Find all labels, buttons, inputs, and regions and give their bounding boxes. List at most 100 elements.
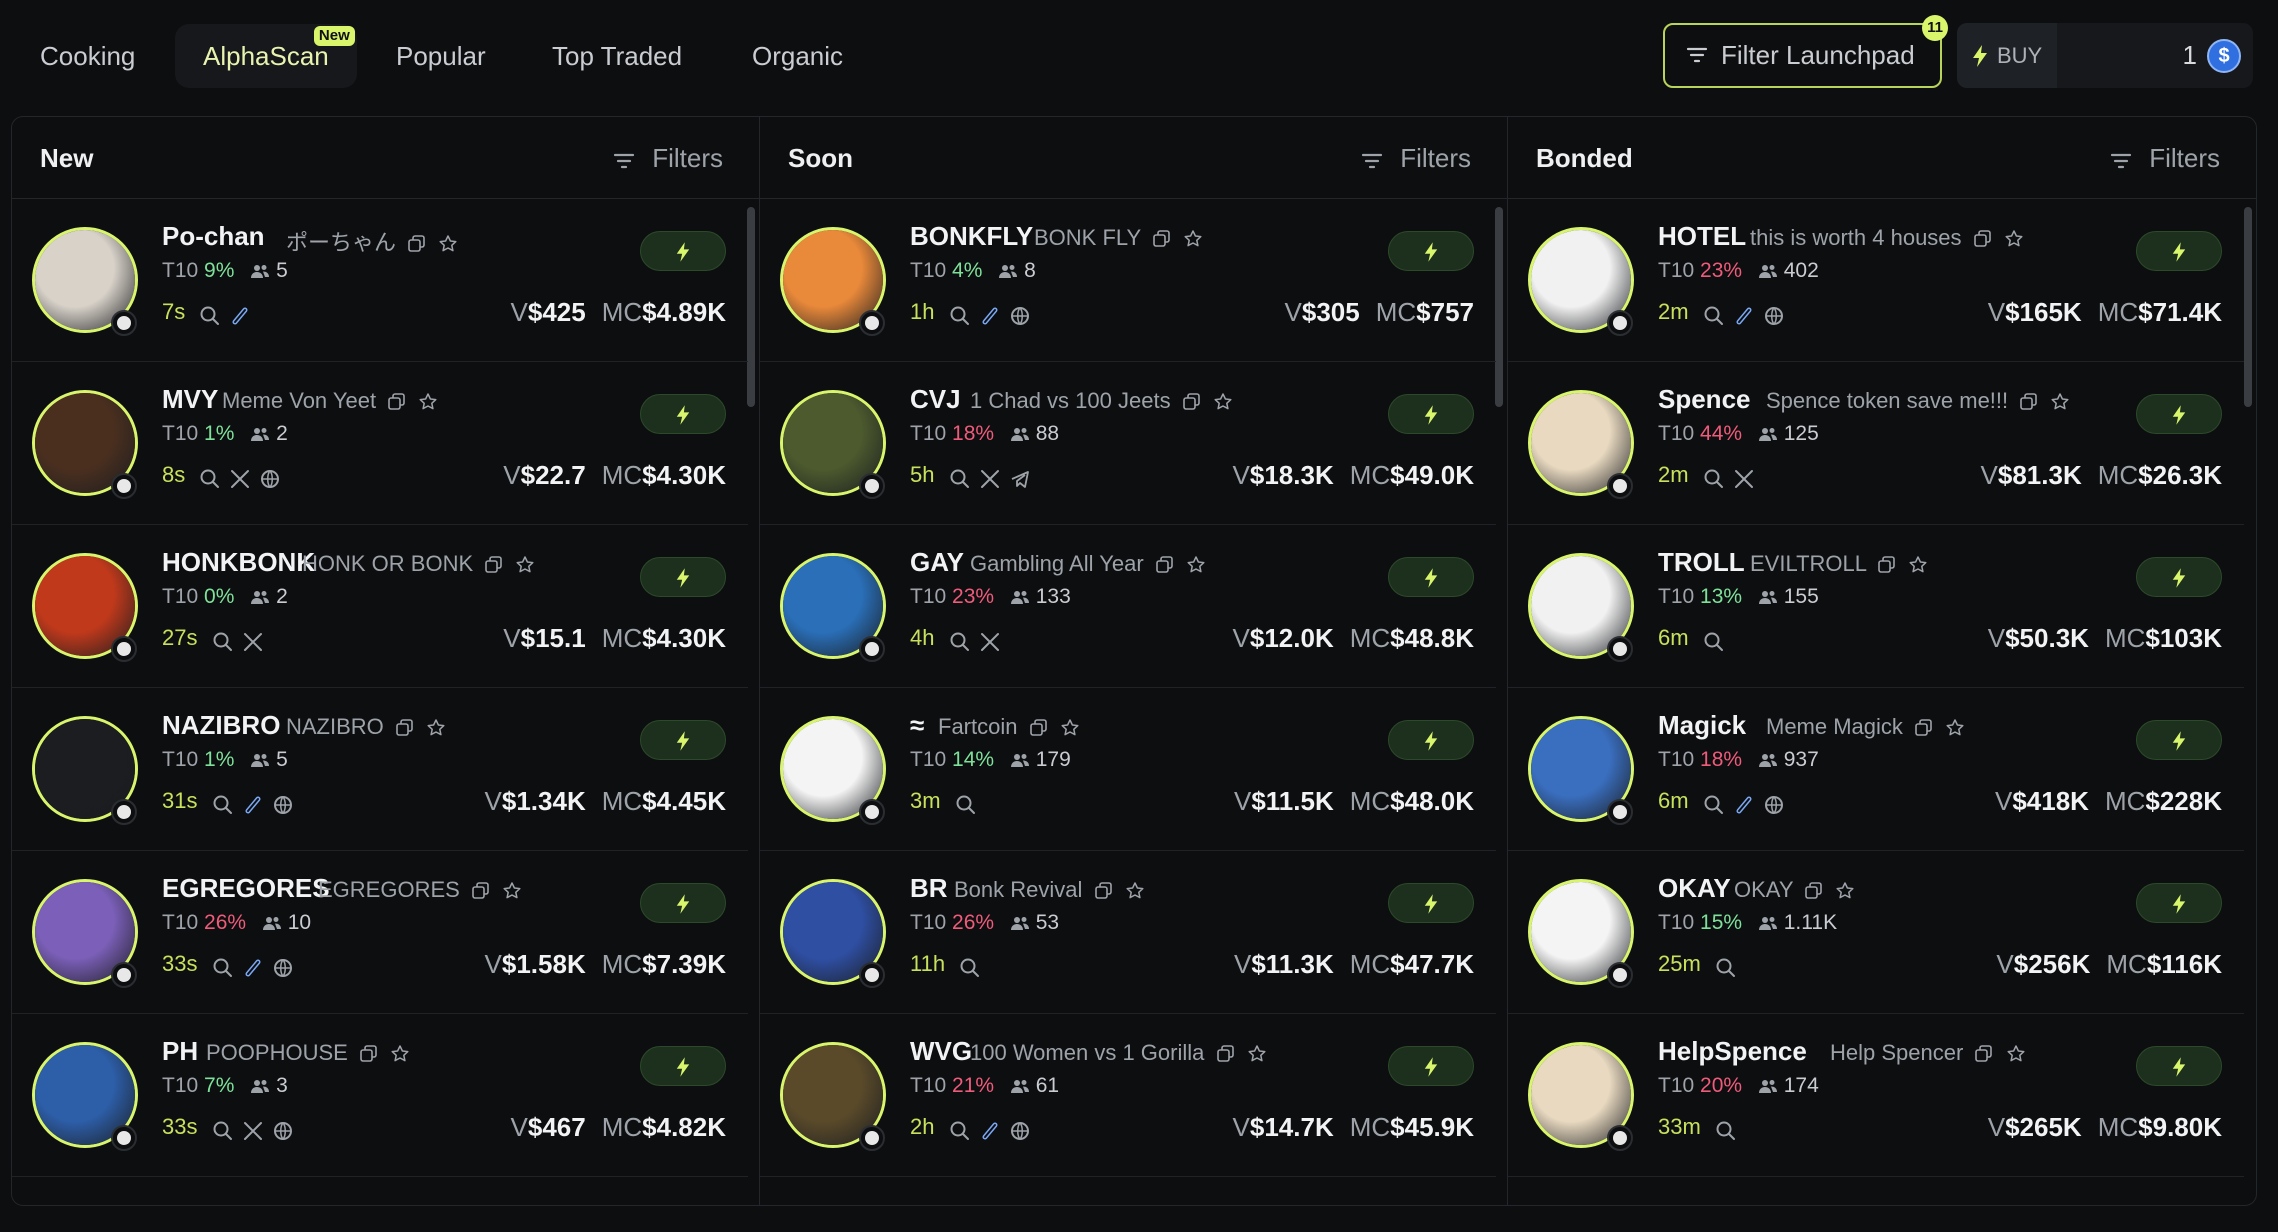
search-icon[interactable]	[212, 1120, 234, 1142]
quick-buy-button[interactable]	[640, 1046, 726, 1086]
globe-icon[interactable]	[1763, 305, 1785, 327]
pump-pill-icon[interactable]	[242, 957, 264, 979]
copy-icon[interactable]	[396, 719, 414, 737]
copy-icon[interactable]	[408, 235, 426, 253]
column-scrollbar[interactable]	[747, 207, 755, 407]
quick-buy-button[interactable]	[640, 720, 726, 760]
copy-icon[interactable]	[1094, 882, 1113, 900]
quick-buy-button[interactable]	[640, 394, 726, 434]
globe-icon[interactable]	[272, 794, 294, 816]
token-row[interactable]: Po-chan ポーちゃん T10 9% 5 7s V$425 MC$4.89K	[12, 199, 748, 362]
copy-icon[interactable]	[1155, 556, 1174, 574]
copy-icon[interactable]	[1805, 882, 1823, 900]
star-icon[interactable]	[1835, 881, 1855, 901]
quick-buy-button[interactable]	[1388, 231, 1474, 271]
column-filters-button[interactable]: Filters	[612, 143, 723, 174]
search-icon[interactable]	[959, 957, 981, 979]
star-icon[interactable]	[1213, 392, 1233, 412]
column-filters-button[interactable]: Filters	[2109, 143, 2220, 174]
token-row[interactable]: HOTEL this is worth 4 houses T10 23% 402…	[1508, 199, 2244, 362]
quick-buy-button[interactable]	[1388, 394, 1474, 434]
search-icon[interactable]	[199, 305, 221, 327]
pump-pill-icon[interactable]	[242, 794, 264, 816]
tab-top-traded[interactable]: Top Traded	[524, 24, 710, 88]
x-twitter-icon[interactable]	[242, 631, 264, 653]
star-icon[interactable]	[502, 881, 522, 901]
search-icon[interactable]	[1715, 957, 1737, 979]
star-icon[interactable]	[1186, 555, 1206, 575]
column-scrollbar[interactable]	[2244, 207, 2252, 407]
x-twitter-icon[interactable]	[242, 1120, 264, 1142]
copy-icon[interactable]	[485, 556, 503, 574]
search-icon[interactable]	[1703, 794, 1725, 816]
token-row[interactable]: ≈ Fartcoin T10 14% 179 3m V$11.5K MC$48.…	[760, 688, 1496, 851]
quick-buy-button[interactable]	[2136, 557, 2222, 597]
token-row[interactable]: MVY Meme Von Yeet T10 1% 2 8s V$22.7 MC$…	[12, 362, 748, 525]
quick-buy-button[interactable]	[2136, 1046, 2222, 1086]
quick-buy-button[interactable]	[2136, 394, 2222, 434]
copy-icon[interactable]	[1915, 719, 1933, 737]
globe-icon[interactable]	[1009, 305, 1031, 327]
quick-buy-button[interactable]	[1388, 557, 1474, 597]
quick-buy-button[interactable]	[2136, 883, 2222, 923]
globe-icon[interactable]	[272, 1120, 294, 1142]
token-row[interactable]: EGREGORES EGREGORES T10 26% 10 33s V$1.5…	[12, 851, 748, 1014]
search-icon[interactable]	[199, 468, 221, 490]
buy-button[interactable]: BUY	[1957, 23, 2057, 88]
star-icon[interactable]	[1060, 718, 1080, 738]
tab-popular[interactable]: Popular	[368, 24, 514, 88]
token-row[interactable]: CVJ 1 Chad vs 100 Jeets T10 18% 88 5h V$…	[760, 362, 1496, 525]
token-row[interactable]: OKAY OKAY T10 15% 1.11K 25m V$256K MC$11…	[1508, 851, 2244, 1014]
copy-icon[interactable]	[1029, 719, 1048, 737]
globe-icon[interactable]	[259, 468, 281, 490]
filter-launchpad-button[interactable]: Filter Launchpad 11	[1663, 15, 1948, 88]
copy-icon[interactable]	[1153, 230, 1171, 248]
star-icon[interactable]	[1908, 555, 1928, 575]
copy-icon[interactable]	[1182, 393, 1201, 411]
globe-icon[interactable]	[1009, 1120, 1031, 1142]
token-row[interactable]: HONKBONK HONK OR BONK T10 0% 2 27s V$15.…	[12, 525, 748, 688]
token-row[interactable]: PH POOPHOUSE T10 7% 3 33s V$467 MC$4.82K	[12, 1014, 748, 1177]
copy-icon[interactable]	[2020, 393, 2038, 411]
star-icon[interactable]	[515, 555, 535, 575]
copy-icon[interactable]	[1878, 556, 1896, 574]
token-row[interactable]: BONKFLY BONK FLY T10 4% 8 1h V$305 MC$75…	[760, 199, 1496, 362]
pump-pill-icon[interactable]	[1733, 305, 1755, 327]
copy-icon[interactable]	[360, 1045, 378, 1063]
quick-buy-button[interactable]	[640, 231, 726, 271]
search-icon[interactable]	[212, 794, 234, 816]
copy-icon[interactable]	[1975, 1045, 1993, 1063]
search-icon[interactable]	[949, 1120, 971, 1142]
star-icon[interactable]	[426, 718, 446, 738]
star-icon[interactable]	[2004, 229, 2024, 249]
search-icon[interactable]	[212, 957, 234, 979]
token-row[interactable]: GAY Gambling All Year T10 23% 133 4h V$1…	[760, 525, 1496, 688]
x-twitter-icon[interactable]	[1733, 468, 1755, 490]
pump-pill-icon[interactable]	[1733, 794, 1755, 816]
tab-cooking[interactable]: Cooking	[12, 24, 163, 88]
star-icon[interactable]	[1125, 881, 1145, 901]
token-row[interactable]: BR Bonk Revival T10 26% 53 11h V$11.3K M…	[760, 851, 1496, 1014]
copy-icon[interactable]	[388, 393, 406, 411]
token-row[interactable]: HelpSpence Help Spencer T10 20% 174 33m	[1508, 1014, 2244, 1177]
copy-icon[interactable]	[1216, 1045, 1235, 1063]
pump-pill-icon[interactable]	[979, 305, 1001, 327]
search-icon[interactable]	[955, 794, 977, 816]
search-icon[interactable]	[949, 305, 971, 327]
token-row[interactable]: Spence Spence token save me!!! T10 44% 1…	[1508, 362, 2244, 525]
token-row[interactable]: WVG 100 Women vs 1 Gorilla T10 21% 61 2h	[760, 1014, 1496, 1177]
star-icon[interactable]	[418, 392, 438, 412]
search-icon[interactable]	[949, 468, 971, 490]
star-icon[interactable]	[1183, 229, 1203, 249]
star-icon[interactable]	[438, 234, 458, 254]
search-icon[interactable]	[1703, 631, 1725, 653]
buy-amount-input[interactable]: 1	[2183, 23, 2197, 88]
pump-pill-icon[interactable]	[979, 1120, 1001, 1142]
star-icon[interactable]	[390, 1044, 410, 1064]
copy-icon[interactable]	[1973, 230, 1992, 248]
quick-buy-button[interactable]	[2136, 231, 2222, 271]
quick-buy-button[interactable]	[640, 557, 726, 597]
x-twitter-icon[interactable]	[229, 468, 251, 490]
search-icon[interactable]	[212, 631, 234, 653]
quick-buy-button[interactable]	[1388, 883, 1474, 923]
